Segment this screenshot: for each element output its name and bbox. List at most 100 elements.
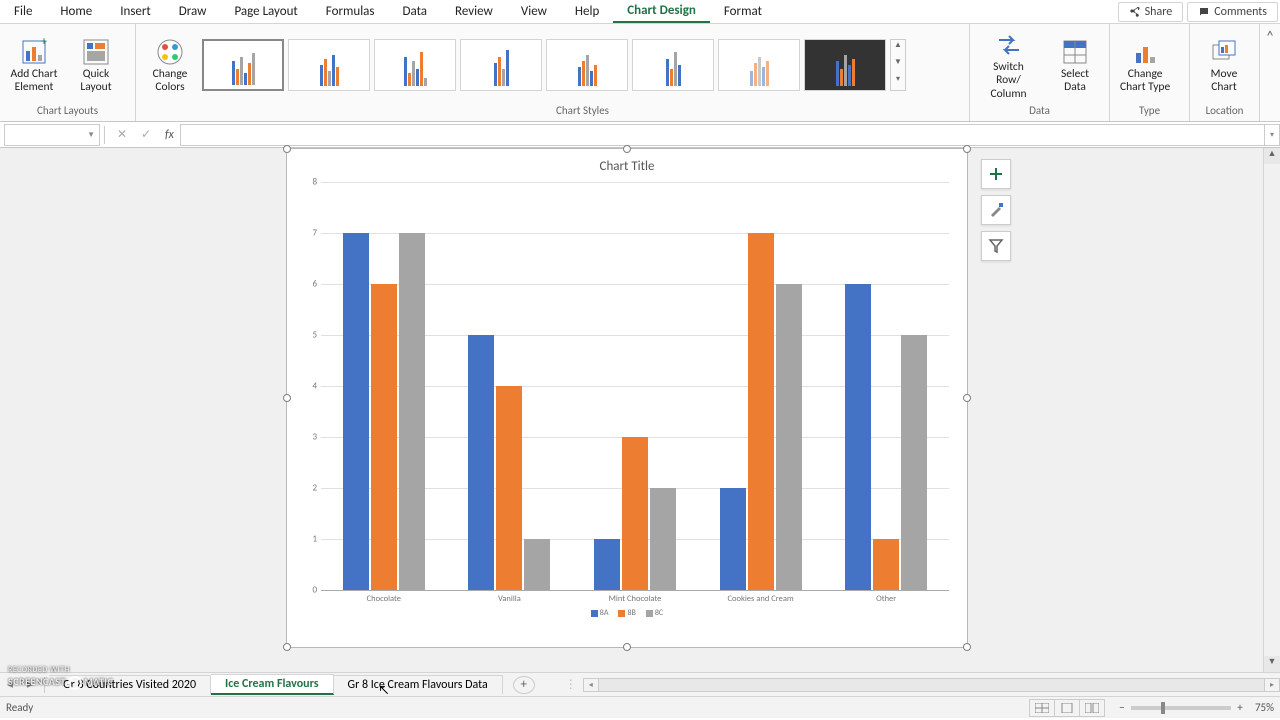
change-chart-type-button[interactable]: Change Chart Type [1116,34,1174,96]
resize-handle[interactable] [283,643,291,651]
sheet-background[interactable]: Chart Title 012345678 ChocolateVanillaMi… [0,148,1263,672]
sheet-tab-1[interactable]: Ice Cream Flavours [211,674,333,695]
select-data-button[interactable]: Select Data [1047,34,1103,96]
tab-format[interactable]: Format [710,1,776,22]
resize-handle[interactable] [283,145,291,153]
formula-input[interactable] [180,124,1264,146]
bar[interactable] [343,233,369,590]
chart-style-2[interactable] [288,39,370,91]
ribbon-group-data: Switch Row/ Column Select Data Data [970,24,1110,121]
share-icon [1129,6,1141,18]
formula-expand-button[interactable]: ▾ [1264,124,1280,146]
zoom-level[interactable]: 75% [1255,701,1274,714]
tab-home[interactable]: Home [46,1,106,22]
enter-formula-button[interactable]: ✓ [135,124,157,146]
fx-icon[interactable]: fx [165,128,174,142]
ribbon-collapse-button[interactable]: ˄ [1260,24,1280,121]
tab-help[interactable]: Help [561,1,613,22]
chart-style-8[interactable] [804,39,886,91]
resize-handle[interactable] [963,394,971,402]
quick-layout-button[interactable]: Quick Layout [68,34,124,96]
resize-handle[interactable] [283,394,291,402]
comments-button[interactable]: Comments [1187,2,1278,22]
chart-style-6[interactable] [632,39,714,91]
zoom-thumb[interactable] [1161,702,1165,714]
resize-handle[interactable] [623,145,631,153]
ribbon-group-label: Data [976,104,1103,119]
bar[interactable] [524,539,550,590]
resize-handle[interactable] [963,145,971,153]
tab-review[interactable]: Review [441,1,507,22]
styles-scroll-up-icon[interactable]: ▲ [891,40,905,56]
add-chart-element-label: Add Chart Element [11,68,58,94]
tab-nav-prev[interactable]: ◂ [0,677,20,692]
resize-handle[interactable] [963,643,971,651]
name-box[interactable]: ▼ [4,124,100,146]
bar[interactable] [468,335,494,590]
tab-data[interactable]: Data [389,1,442,22]
bar[interactable] [873,539,899,590]
chart-filters-button[interactable] [981,231,1011,261]
chart-styles-button[interactable] [981,195,1011,225]
add-sheet-button[interactable]: + [513,676,535,694]
chart-legend[interactable]: 8A8B8C [287,606,967,624]
change-colors-button[interactable]: Change Colors [142,34,198,96]
chart-style-4[interactable] [460,39,542,91]
add-chart-element-icon: + [18,36,50,68]
view-mode-buttons [1030,699,1105,717]
zoom-slider[interactable] [1131,706,1231,710]
move-chart-button[interactable]: Move Chart [1196,34,1252,96]
bar[interactable] [399,233,425,590]
sheet-tab-2[interactable]: Gr 8 Ice Cream Flavours Data [334,675,503,694]
add-chart-element-button[interactable]: + Add Chart Element [6,34,62,96]
zoom-in-button[interactable]: + [1233,701,1247,714]
view-normal-button[interactable] [1029,699,1055,717]
scroll-down-icon[interactable]: ▼ [1264,656,1280,672]
tab-chart-design[interactable]: Chart Design [613,0,710,23]
horizontal-scrollbar[interactable]: ⋮ ◂ ▸ [565,677,1280,692]
tab-draw[interactable]: Draw [165,1,221,22]
chart-plot-area[interactable]: 012345678 [321,182,949,590]
tab-nav-next[interactable]: ▸ [20,677,40,692]
cancel-formula-button[interactable]: ✕ [111,124,133,146]
chart-object[interactable]: Chart Title 012345678 ChocolateVanillaMi… [286,148,968,648]
bar[interactable] [496,386,522,590]
bar[interactable] [776,284,802,590]
bar[interactable] [371,284,397,590]
scroll-up-icon[interactable]: ▲ [1264,148,1280,164]
tab-formulas[interactable]: Formulas [312,1,389,22]
zoom-out-button[interactable]: − [1115,701,1129,714]
tab-file[interactable]: File [0,1,46,22]
chart-elements-button[interactable] [981,159,1011,189]
styles-scroll-more-icon[interactable]: ▾ [891,74,905,90]
bar[interactable] [901,335,927,590]
share-button[interactable]: Share [1118,2,1184,22]
chart-title[interactable]: Chart Title [287,149,967,176]
chart-style-7[interactable] [718,39,800,91]
resize-handle[interactable] [623,643,631,651]
bar[interactable] [594,539,620,590]
scroll-right-icon[interactable]: ▸ [1264,678,1280,692]
bar[interactable] [650,488,676,590]
tab-view[interactable]: View [507,1,561,22]
chart-styles-scroll[interactable]: ▲▼▾ [890,39,906,91]
tab-insert[interactable]: Insert [106,1,165,22]
view-page-layout-button[interactable] [1054,699,1080,717]
view-page-break-button[interactable] [1079,699,1105,717]
vertical-scrollbar[interactable]: ▲ ▼ [1263,148,1280,672]
bar[interactable] [622,437,648,590]
quick-layout-label: Quick Layout [80,68,111,94]
bar[interactable] [845,284,871,590]
bar[interactable] [720,488,746,590]
chart-style-3[interactable] [374,39,456,91]
styles-scroll-down-icon[interactable]: ▼ [891,57,905,73]
bar[interactable] [748,233,774,590]
switch-row-column-button[interactable]: Switch Row/ Column [976,27,1041,103]
tab-page-layout[interactable]: Page Layout [220,1,311,22]
chart-style-5[interactable] [546,39,628,91]
chart-style-1[interactable] [202,39,284,91]
name-box-dropdown-icon[interactable]: ▼ [87,130,95,140]
scroll-left-icon[interactable]: ◂ [583,678,599,692]
move-chart-icon [1208,36,1240,68]
sheet-tab-0[interactable]: Gr 8 Countries Visited 2020 [49,675,211,694]
